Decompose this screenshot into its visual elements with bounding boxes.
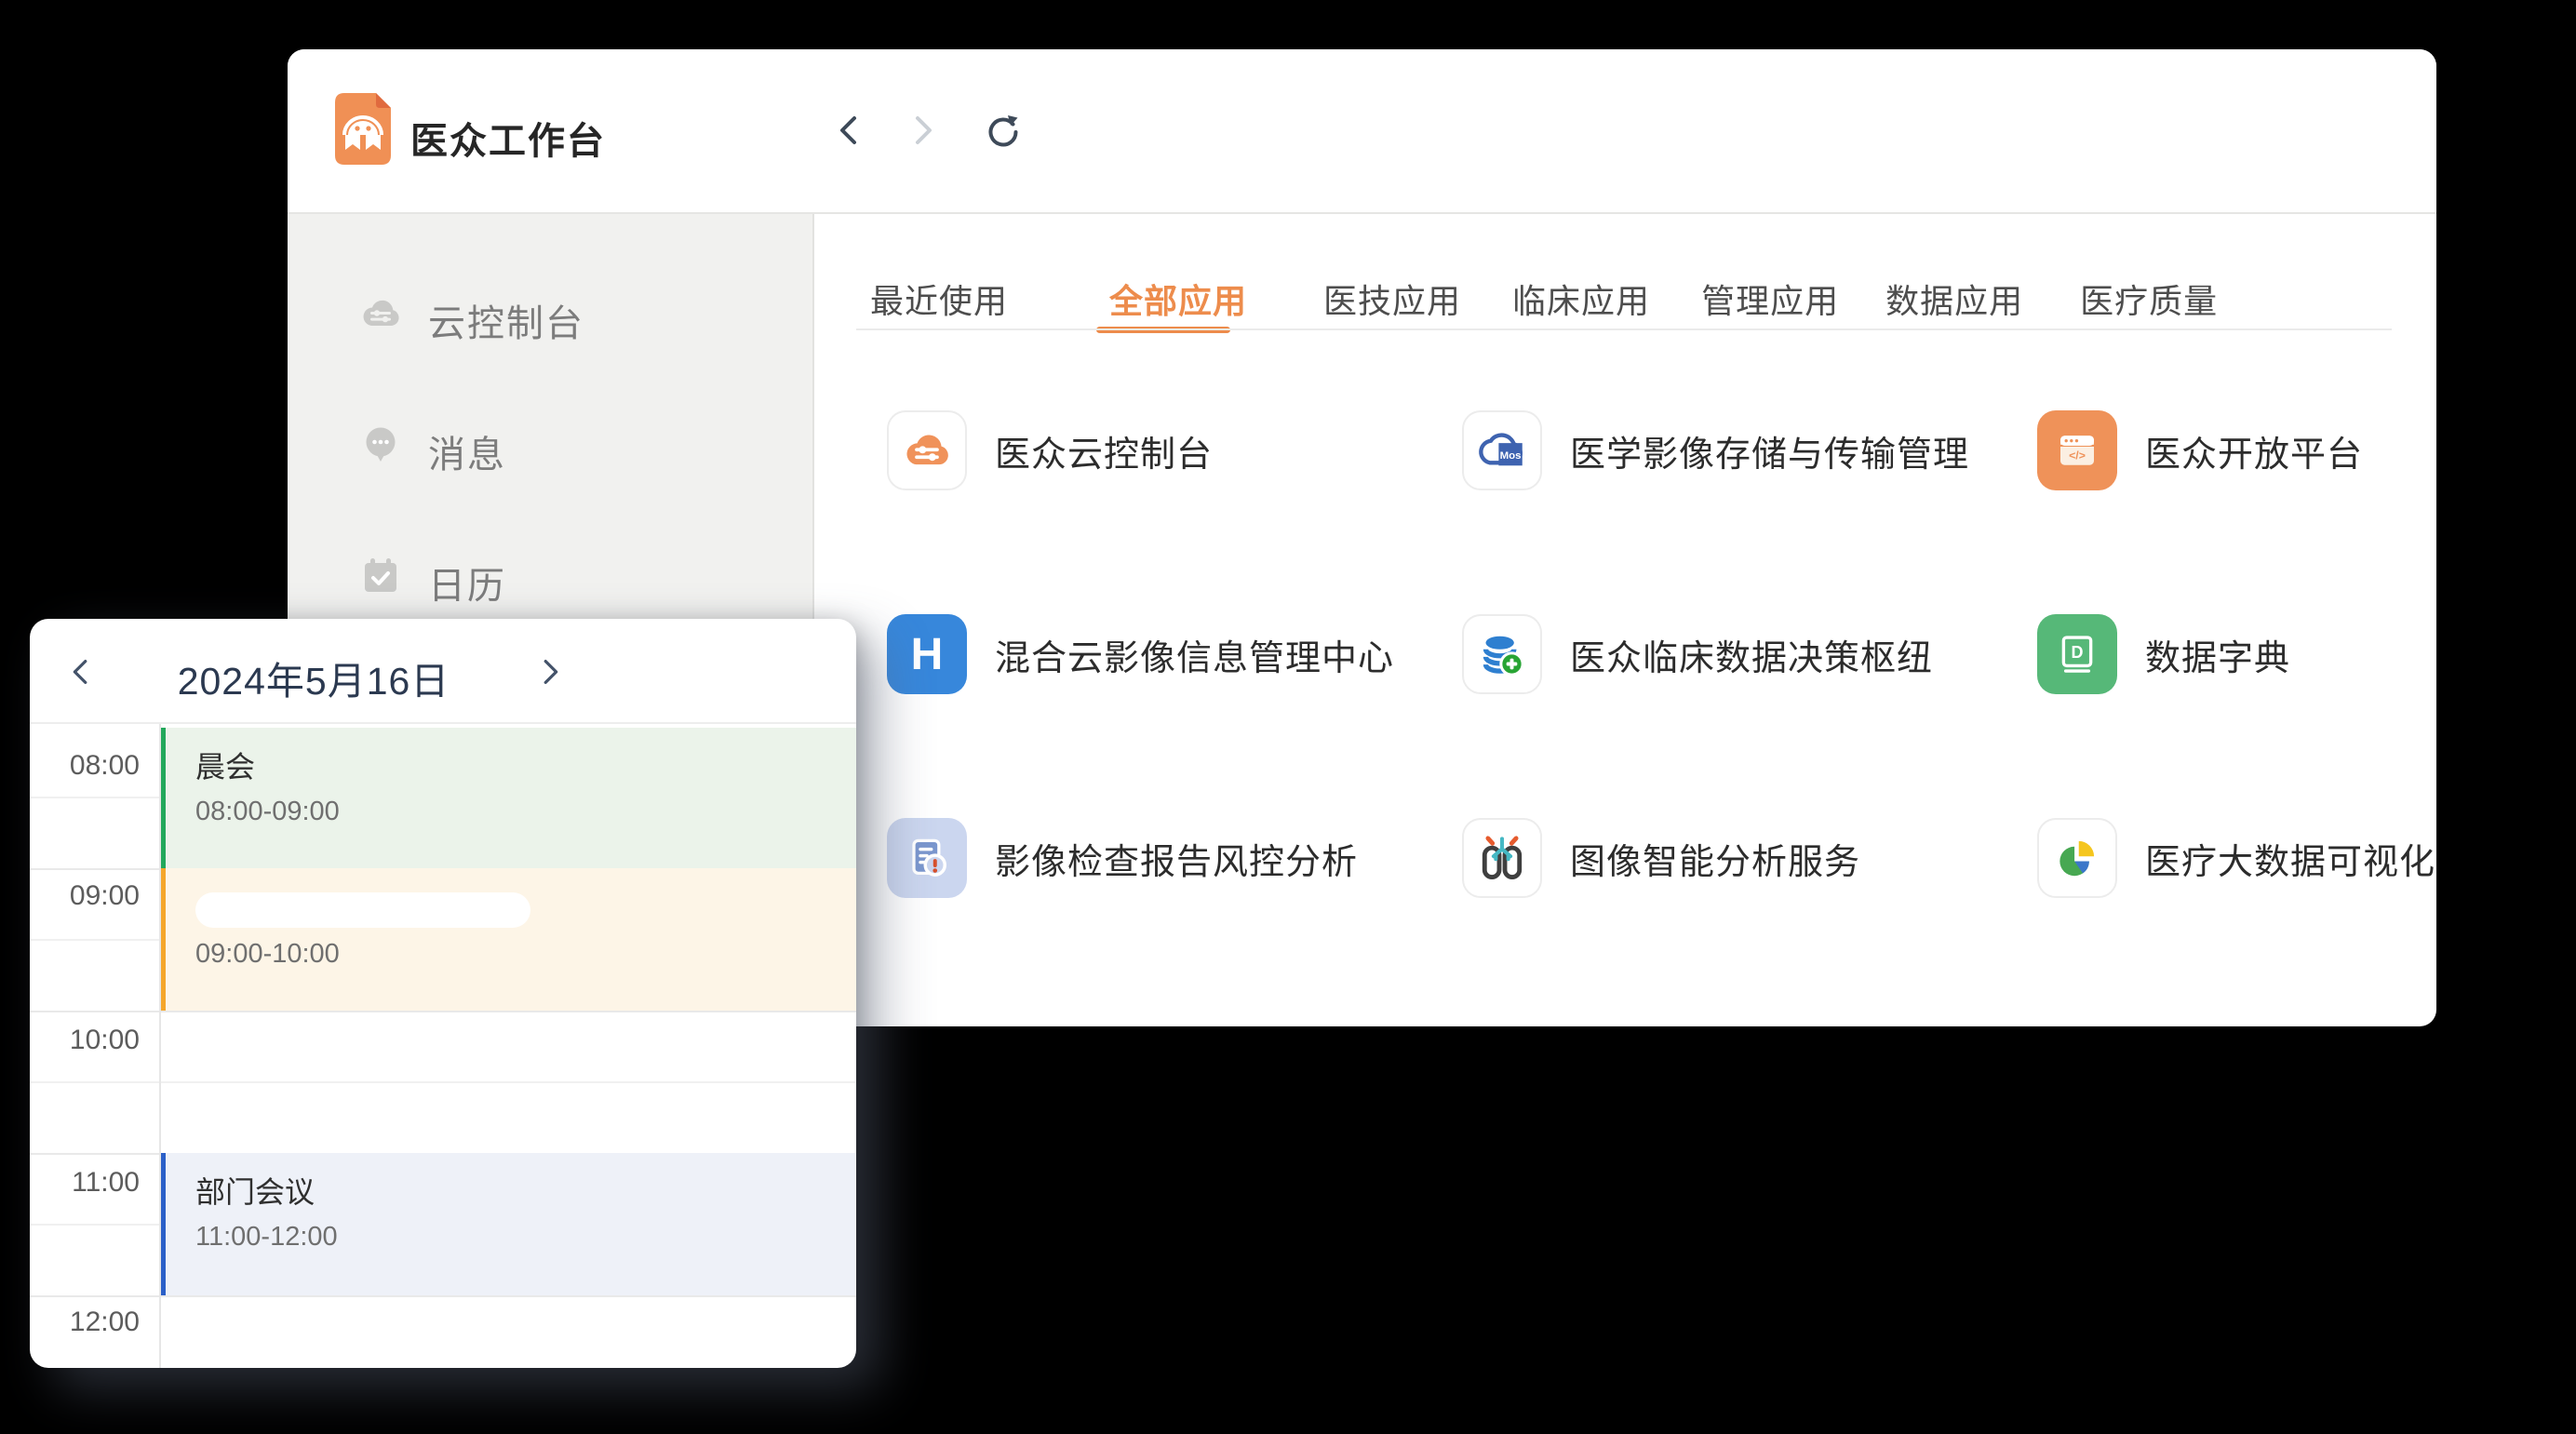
app-label: 混合云影像信息管理中心 bbox=[995, 629, 1394, 680]
tab-medtech-apps[interactable]: 医技应用 bbox=[1323, 275, 1461, 323]
gridline bbox=[30, 1081, 856, 1083]
sidebar-item-label: 消息 bbox=[428, 424, 506, 478]
event-time: 08:00-09:00 bbox=[195, 797, 856, 827]
pie-chart-icon bbox=[2037, 818, 2117, 898]
sidebar-item-messages[interactable]: 消息 bbox=[288, 415, 812, 475]
calendar-check-icon bbox=[358, 554, 403, 598]
app-item-cloud-console[interactable]: 医众云控制台 bbox=[887, 410, 1462, 490]
report-alert-icon bbox=[887, 818, 967, 898]
app-label: 影像检查报告风控分析 bbox=[995, 833, 1358, 884]
lungs-icon bbox=[1462, 818, 1542, 898]
tab-management-apps[interactable]: 管理应用 bbox=[1701, 275, 1839, 323]
app-item-open-platform[interactable]: </> 医众开放平台 bbox=[2037, 410, 2436, 490]
app-item-clinical-data-hub[interactable]: 医众临床数据决策枢纽 bbox=[1462, 614, 2037, 694]
event-time: 11:00-12:00 bbox=[195, 1222, 856, 1253]
app-label: 数据字典 bbox=[2145, 629, 2290, 680]
svg-text:D: D bbox=[2072, 643, 2084, 662]
time-label: 10:00 bbox=[30, 1025, 140, 1056]
app-grid: 医众云控制台 Mos 医学影像存储与传输管理 bbox=[887, 410, 2436, 898]
tab-all-apps[interactable]: 全部应用 bbox=[1109, 275, 1247, 323]
letter-h: H bbox=[911, 629, 944, 680]
dictionary-book-icon: D bbox=[2037, 614, 2117, 694]
time-label: 09:00 bbox=[30, 880, 140, 912]
window-header: 医众工作台 bbox=[288, 49, 2436, 212]
cloud-mos-icon: Mos bbox=[1462, 410, 1542, 490]
message-icon bbox=[358, 422, 403, 467]
letter-h-icon: H bbox=[887, 614, 967, 694]
app-logo-icon bbox=[335, 93, 391, 165]
app-item-image-ai-analysis[interactable]: 图像智能分析服务 bbox=[1462, 818, 2037, 898]
app-item-hybrid-cloud-imaging[interactable]: H 混合云影像信息管理中心 bbox=[887, 614, 1462, 694]
app-label: 医疗大数据可视化 bbox=[2145, 833, 2435, 884]
gridline-1200 bbox=[30, 1295, 856, 1297]
sidebar-item-label: 云控制台 bbox=[428, 293, 584, 347]
forward-button[interactable] bbox=[904, 112, 941, 149]
event-time: 09:00-10:00 bbox=[195, 939, 856, 970]
tab-data-apps[interactable]: 数据应用 bbox=[1885, 275, 2023, 323]
event-title: 晨会 bbox=[195, 748, 856, 785]
app-label: 图像智能分析服务 bbox=[1570, 833, 1860, 884]
time-gutter-divider bbox=[159, 724, 161, 1368]
app-label: 医学影像存储与传输管理 bbox=[1570, 425, 1969, 476]
time-label: 11:00 bbox=[30, 1167, 140, 1199]
sidebar-item-label: 日历 bbox=[428, 556, 506, 610]
gridline-1000 bbox=[30, 1011, 856, 1012]
calendar-prev-day-button[interactable] bbox=[63, 654, 99, 690]
app-label: 医众开放平台 bbox=[2145, 425, 2363, 476]
app-item-report-risk-analysis[interactable]: 影像检查报告风控分析 bbox=[887, 818, 1462, 898]
calendar-day-view: 08:00 09:00 10:00 11:00 12:00 晨会 08:00-0… bbox=[30, 724, 856, 1368]
event-title: 部门会议 bbox=[195, 1173, 856, 1211]
tab-clinical-apps[interactable]: 临床应用 bbox=[1512, 275, 1650, 323]
sidebar-item-calendar[interactable]: 日历 bbox=[288, 546, 812, 606]
cloud-console-icon bbox=[358, 291, 403, 336]
back-button[interactable] bbox=[831, 112, 868, 149]
sidebar-item-cloud-console[interactable]: 云控制台 bbox=[288, 284, 812, 343]
event-title-redacted-pill bbox=[195, 892, 530, 928]
tab-recent[interactable]: 最近使用 bbox=[870, 275, 1008, 323]
calendar-popup: 2024年5月16日 08:00 09:00 10:00 11:00 12:00… bbox=[30, 619, 856, 1368]
event-morning-meeting[interactable]: 晨会 08:00-09:00 bbox=[159, 728, 856, 868]
app-item-bigdata-visualization[interactable]: 医疗大数据可视化 bbox=[2037, 818, 2436, 898]
app-item-data-dictionary[interactable]: D 数据字典 bbox=[2037, 614, 2436, 694]
calendar-date: 2024年5月16日 bbox=[132, 650, 495, 705]
screen-background: 医众工作台 云控制台 bbox=[0, 0, 2576, 1434]
event-department-meeting[interactable]: 部门会议 11:00-12:00 bbox=[159, 1153, 856, 1295]
window-title: 医众工作台 bbox=[410, 111, 606, 165]
app-label: 医众云控制台 bbox=[995, 425, 1213, 476]
time-label: 08:00 bbox=[30, 750, 140, 782]
database-plus-icon bbox=[1462, 614, 1542, 694]
code-window-icon: </> bbox=[2037, 410, 2117, 490]
cloud-sliders-icon bbox=[887, 410, 967, 490]
calendar-next-day-button[interactable] bbox=[532, 654, 568, 690]
app-item-imaging-pacs[interactable]: Mos 医学影像存储与传输管理 bbox=[1462, 410, 2037, 490]
svg-text:</>: </> bbox=[2069, 449, 2086, 462]
svg-text:Mos: Mos bbox=[1500, 450, 1522, 462]
app-label: 医众临床数据决策枢纽 bbox=[1570, 629, 1933, 680]
event-redacted[interactable]: 09:00-10:00 bbox=[159, 868, 856, 1011]
calendar-header: 2024年5月16日 bbox=[30, 619, 856, 724]
refresh-button[interactable] bbox=[984, 112, 1021, 149]
app-category-tabs: 最近使用 全部应用 医技应用 临床应用 管理应用 数据应用 医疗质量 bbox=[870, 275, 2218, 323]
tabs-divider bbox=[856, 328, 2392, 330]
time-label: 12:00 bbox=[30, 1307, 140, 1338]
tab-quality[interactable]: 医疗质量 bbox=[2080, 275, 2218, 323]
